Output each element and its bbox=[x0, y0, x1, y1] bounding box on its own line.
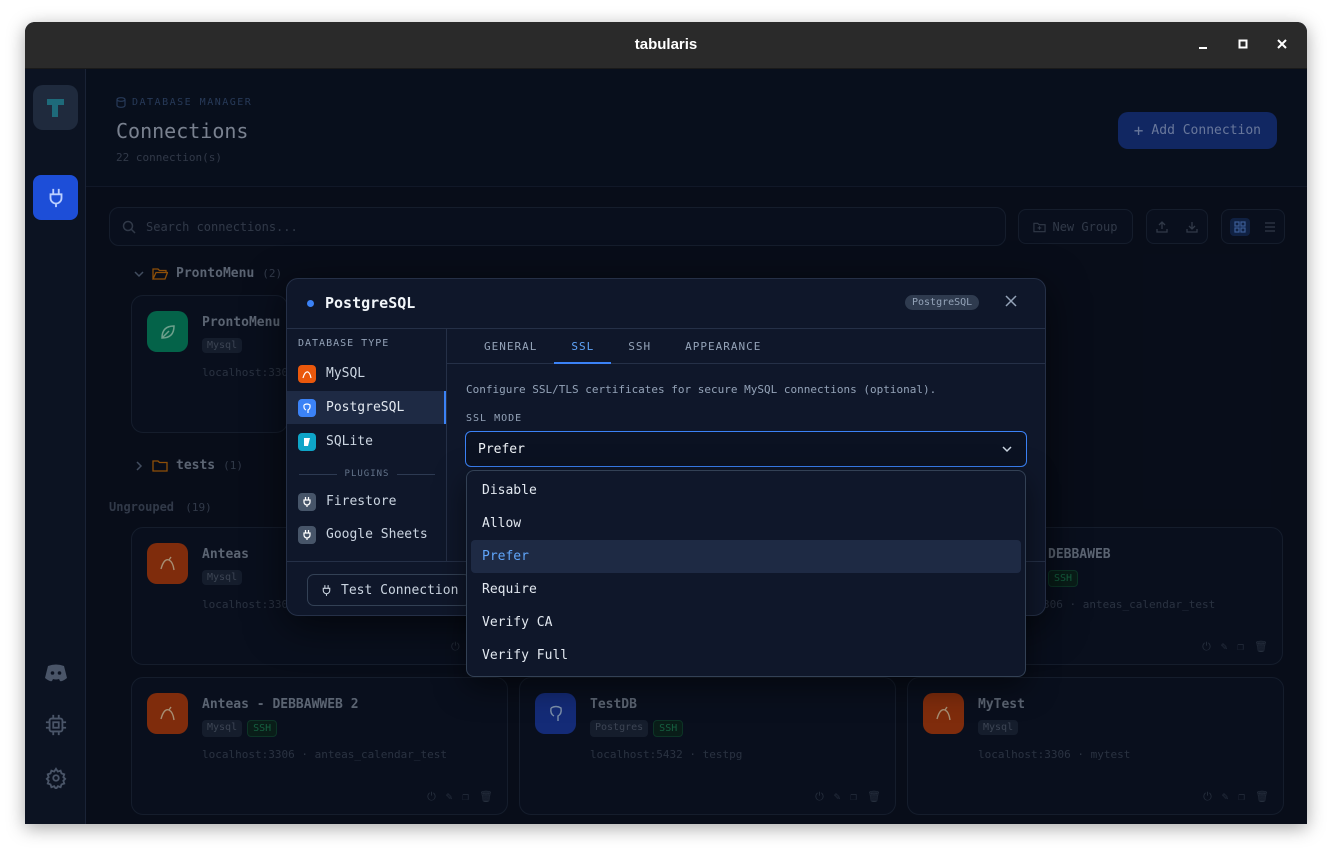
ssl-description: Configure SSL/TLS certificates for secur… bbox=[466, 383, 937, 396]
db-type-label: MySQL bbox=[326, 366, 366, 381]
tab-appearance[interactable]: APPEARANCE bbox=[668, 329, 778, 364]
plugin-label: Firestore bbox=[326, 494, 397, 509]
ssl-mode-select[interactable]: Prefer bbox=[465, 431, 1027, 467]
close-icon bbox=[1005, 295, 1017, 307]
option-verify-ca[interactable]: Verify CA bbox=[471, 606, 1021, 639]
plug-icon bbox=[322, 584, 331, 596]
plug-icon bbox=[298, 492, 316, 511]
option-verify-full[interactable]: Verify Full bbox=[471, 639, 1021, 672]
ssl-mode-value: Prefer bbox=[478, 441, 525, 457]
title-bar: tabularis bbox=[25, 22, 1307, 69]
db-type-label: SQLite bbox=[326, 434, 373, 449]
plug-icon bbox=[298, 525, 316, 544]
test-connection-label: Test Connection bbox=[341, 582, 459, 598]
db-type-mysql[interactable]: MySQL bbox=[287, 357, 446, 390]
database-type-label: DATABASE TYPE bbox=[298, 338, 390, 349]
postgres-icon bbox=[298, 398, 316, 417]
window-title: tabularis bbox=[634, 36, 698, 53]
tab-ssh[interactable]: SSH bbox=[611, 329, 668, 364]
app-window: tabularis DATABASE MANAGER Connections 2… bbox=[25, 22, 1307, 824]
sqlite-icon bbox=[298, 432, 316, 451]
option-disable[interactable]: Disable bbox=[471, 474, 1021, 507]
tab-ssl[interactable]: SSL bbox=[554, 329, 612, 364]
discord-icon[interactable] bbox=[43, 660, 69, 686]
minimize-button[interactable] bbox=[1192, 34, 1214, 56]
db-type-badge: PostgreSQL bbox=[905, 295, 980, 310]
tab-general[interactable]: GENERAL bbox=[467, 329, 554, 364]
ssl-mode-label: SSL MODE bbox=[466, 413, 523, 424]
modal-header: PostgreSQL PostgreSQL bbox=[287, 279, 1045, 329]
connections-nav-button[interactable] bbox=[33, 175, 78, 220]
option-require[interactable]: Require bbox=[471, 573, 1021, 606]
maximize-button[interactable] bbox=[1232, 34, 1254, 56]
chevron-down-icon bbox=[1002, 446, 1012, 453]
plugin-google-sheets[interactable]: Google Sheets bbox=[287, 518, 446, 551]
db-type-label: PostgreSQL bbox=[326, 400, 405, 415]
mysql-icon bbox=[298, 364, 316, 383]
modal-title: PostgreSQL bbox=[325, 294, 416, 312]
gear-icon[interactable] bbox=[43, 765, 69, 791]
close-window-button[interactable] bbox=[1271, 34, 1293, 56]
plugin-firestore[interactable]: Firestore bbox=[287, 485, 446, 518]
plugins-label: PLUGINS bbox=[344, 469, 390, 479]
app-logo bbox=[33, 85, 78, 130]
plugin-label: Google Sheets bbox=[326, 527, 428, 542]
modal-tabs: GENERAL SSL SSH APPEARANCE bbox=[447, 329, 1045, 364]
db-type-sqlite[interactable]: SQLite bbox=[287, 425, 446, 458]
database-type-panel: DATABASE TYPE MySQL PostgreSQL SQLite PL… bbox=[287, 329, 447, 561]
ssl-mode-dropdown: Disable Allow Prefer Require Verify CA V… bbox=[466, 470, 1026, 677]
chip-icon[interactable] bbox=[43, 712, 69, 738]
app-sidebar bbox=[25, 69, 86, 824]
close-modal-button[interactable] bbox=[1005, 292, 1017, 311]
option-allow[interactable]: Allow bbox=[471, 507, 1021, 540]
plugins-divider: PLUGINS bbox=[299, 469, 435, 479]
db-type-postgresql[interactable]: PostgreSQL bbox=[287, 391, 446, 424]
plug-icon bbox=[49, 188, 62, 207]
status-dot bbox=[307, 300, 314, 307]
test-connection-button[interactable]: Test Connection bbox=[307, 574, 472, 606]
option-prefer[interactable]: Prefer bbox=[471, 540, 1021, 573]
